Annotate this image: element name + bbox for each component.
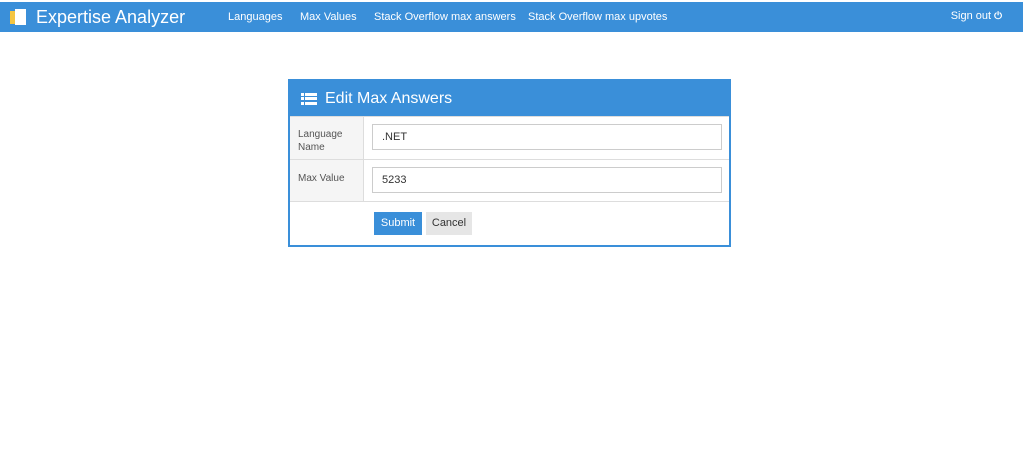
form-row-language-name: Language Name .NET [290,116,729,159]
power-icon: ⏻ [994,11,1002,22]
panel-title: Edit Max Answers [325,89,453,107]
language-name-input[interactable]: .NET [372,124,722,150]
edit-max-answers-panel: Edit Max Answers Language Name .NET Max … [288,79,731,247]
brand[interactable]: Expertise Analyzer [10,2,185,32]
list-icon [301,92,317,105]
nav-link-max-values[interactable]: Max Values [300,2,357,32]
sign-out-label: Sign out [950,10,992,22]
submit-button[interactable]: Submit [374,212,422,235]
cancel-button[interactable]: Cancel [426,212,472,235]
max-value-label: Max Value [290,160,364,201]
form-row-max-value: Max Value 5233 [290,159,729,201]
brand-name: Expertise Analyzer [36,6,186,27]
language-name-label: Language Name [290,117,364,159]
sign-out-link[interactable]: Sign out ⏻ [951,2,1002,30]
form-actions: Submit Cancel [290,201,729,245]
book-icon [10,9,27,25]
nav-link-languages[interactable]: Languages [228,2,282,32]
top-navbar: Expertise Analyzer Languages Max Values … [0,2,1023,32]
panel-heading: Edit Max Answers [290,81,729,116]
nav-link-so-max-upvotes[interactable]: Stack Overflow max upvotes [528,2,667,32]
max-value-input[interactable]: 5233 [372,167,722,193]
nav-link-so-max-answers[interactable]: Stack Overflow max answers [374,2,516,32]
